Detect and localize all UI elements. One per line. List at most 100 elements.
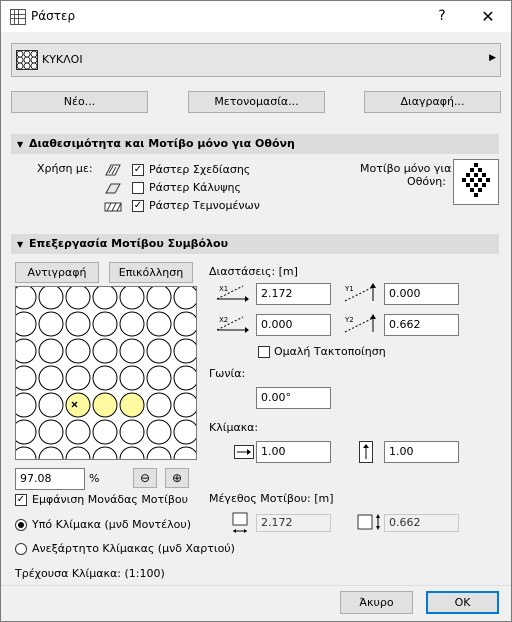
current-scale-label: Τρέχουσα Κλίμακα: (1:100) [15, 567, 165, 580]
pattern-circle [16, 311, 37, 337]
screen-pattern-label-line2: Οθόνη: [407, 175, 446, 188]
pattern-circle [173, 365, 196, 391]
dropdown-arrow-icon: ▶ [489, 53, 496, 63]
pattern-circle [38, 392, 64, 418]
pattern-circle [38, 338, 64, 364]
rename-button[interactable]: Μετονομασία... [188, 91, 325, 113]
angle-label: Γωνία: [209, 367, 246, 380]
scaled-model-label: Υπό Κλίμακα (μνδ Μοντέλου) [32, 518, 191, 531]
pattern-circle [92, 287, 118, 310]
pattern-circle [38, 365, 64, 391]
pattern-circle [119, 311, 145, 337]
dimensions-label: Διαστάσεις: [m] [209, 265, 298, 278]
pattern-circle [173, 419, 196, 445]
y2-input[interactable]: 0.662 [384, 314, 459, 336]
vertical-scale-icon [359, 441, 373, 463]
svg-text:Y1: Y1 [344, 285, 354, 293]
pattern-circle [173, 287, 196, 310]
cancel-button[interactable]: Άκυρο [340, 591, 413, 614]
drafting-fills-label: Ράστερ Σχεδίασης [149, 163, 251, 176]
drafting-fills-checkbox[interactable]: ✓ [132, 164, 144, 176]
title-bar: Ράστερ ? ✕ [1, 1, 511, 32]
show-pattern-unit-checkbox[interactable]: ✓ [15, 494, 27, 506]
pattern-circle [65, 419, 91, 445]
pattern-circle [92, 446, 118, 459]
pattern-circle [119, 446, 145, 459]
smooth-spacing-checkbox[interactable] [258, 346, 270, 358]
pattern-circle [65, 311, 91, 337]
x1-offset-icon: X1 [216, 285, 249, 302]
pattern-circle [119, 287, 145, 310]
scale-x-input[interactable]: 1.00 [256, 441, 331, 463]
zoom-out-icon[interactable]: ⊖ [133, 468, 157, 488]
cut-fill-icon [104, 202, 122, 212]
pattern-unit-circle [119, 392, 145, 418]
svg-text:X1: X1 [219, 285, 228, 293]
pattern-circle [38, 446, 64, 459]
delete-button[interactable]: Διαγραφή... [364, 91, 501, 113]
cut-fills-label: Ράστερ Τεμνομένων [149, 199, 260, 212]
svg-text:X2: X2 [219, 316, 228, 324]
pattern-width-icon [232, 512, 248, 533]
cover-fills-checkbox[interactable] [132, 182, 144, 194]
close-button[interactable]: ✕ [465, 1, 511, 32]
pattern-circle [16, 392, 37, 418]
cut-fills-checkbox[interactable]: ✓ [132, 200, 144, 212]
pattern-circle [65, 446, 91, 459]
svg-text:Y2: Y2 [344, 316, 354, 324]
y1-offset-icon: Y1 [344, 283, 376, 302]
scale-y-input[interactable]: 1.00 [384, 441, 459, 463]
fill-app-icon [10, 9, 26, 25]
pattern-circle [16, 365, 37, 391]
pattern-circle [38, 419, 64, 445]
pattern-circle [146, 365, 172, 391]
zoom-unit: % [89, 472, 100, 485]
cover-fill-icon [105, 183, 121, 194]
pattern-circle [146, 287, 172, 310]
angle-input[interactable]: 0.00° [256, 387, 331, 409]
pattern-circle [173, 311, 196, 337]
edit-symbol-section-header[interactable]: ▼ Επεξεργασία Μοτίβου Συμβόλου [11, 234, 499, 254]
edit-symbol-section-title: Επεξεργασία Μοτίβου Συμβόλου [29, 237, 229, 250]
new-button[interactable]: Νέο... [11, 91, 148, 113]
paper-independent-radio[interactable] [15, 543, 27, 555]
pattern-circle [173, 392, 196, 418]
pattern-editor-canvas[interactable] [15, 286, 197, 460]
scale-label: Κλίμακα: [209, 421, 259, 434]
fill-type-dropdown[interactable]: ΚΥΚΛΟΙ ▶ [11, 43, 501, 77]
pattern-unit-circle [65, 392, 91, 418]
zoom-input[interactable]: 97.08 [15, 468, 85, 490]
pattern-circle [92, 338, 118, 364]
paper-independent-label: Ανεξάρτητο Κλίμακας (μνδ Χαρτιού) [32, 542, 235, 555]
pattern-circle [16, 287, 37, 310]
ok-button[interactable]: OK [426, 591, 499, 614]
pattern-circle [119, 365, 145, 391]
window-title: Ράστερ [31, 9, 76, 23]
pattern-circle [146, 446, 172, 459]
pattern-circle [16, 338, 37, 364]
pattern-circle [146, 338, 172, 364]
pattern-unit-circle [92, 392, 118, 418]
raster-dialog: Ράστερ ? ✕ ΚΥΚΛΟΙ ▶ Νέο... Μετονομασία..… [0, 0, 512, 622]
y1-input[interactable]: 0.000 [384, 283, 459, 305]
pattern-circle [92, 365, 118, 391]
pattern-circle [146, 419, 172, 445]
scaled-model-radio[interactable] [15, 519, 27, 531]
availability-section-header[interactable]: ▼ Διαθεσιμότητα και Μοτίβο μόνο για Οθόνη [11, 134, 499, 154]
zoom-in-icon[interactable]: ⊕ [165, 468, 189, 488]
pattern-circle [16, 419, 37, 445]
horizontal-scale-icon [234, 445, 254, 459]
copy-button[interactable]: Αντιγραφή [15, 262, 99, 283]
pattern-width-value: 2.172 [256, 514, 331, 532]
help-button[interactable]: ? [419, 1, 465, 32]
pattern-circle [65, 287, 91, 310]
fill-type-label: ΚΥΚΛΟΙ [42, 53, 83, 66]
collapse-triangle-icon: ▼ [17, 240, 24, 249]
x2-input[interactable]: 0.000 [256, 314, 331, 336]
show-pattern-unit-label: Εμφάνιση Μονάδας Μοτίβου [32, 493, 188, 506]
pattern-circle [92, 419, 118, 445]
smooth-spacing-label: Ομαλή Τακτοποίηση [274, 345, 386, 358]
x1-input[interactable]: 2.172 [256, 283, 331, 305]
screen-pattern-editor[interactable] [453, 159, 499, 205]
paste-button[interactable]: Επικόλληση [109, 262, 193, 283]
